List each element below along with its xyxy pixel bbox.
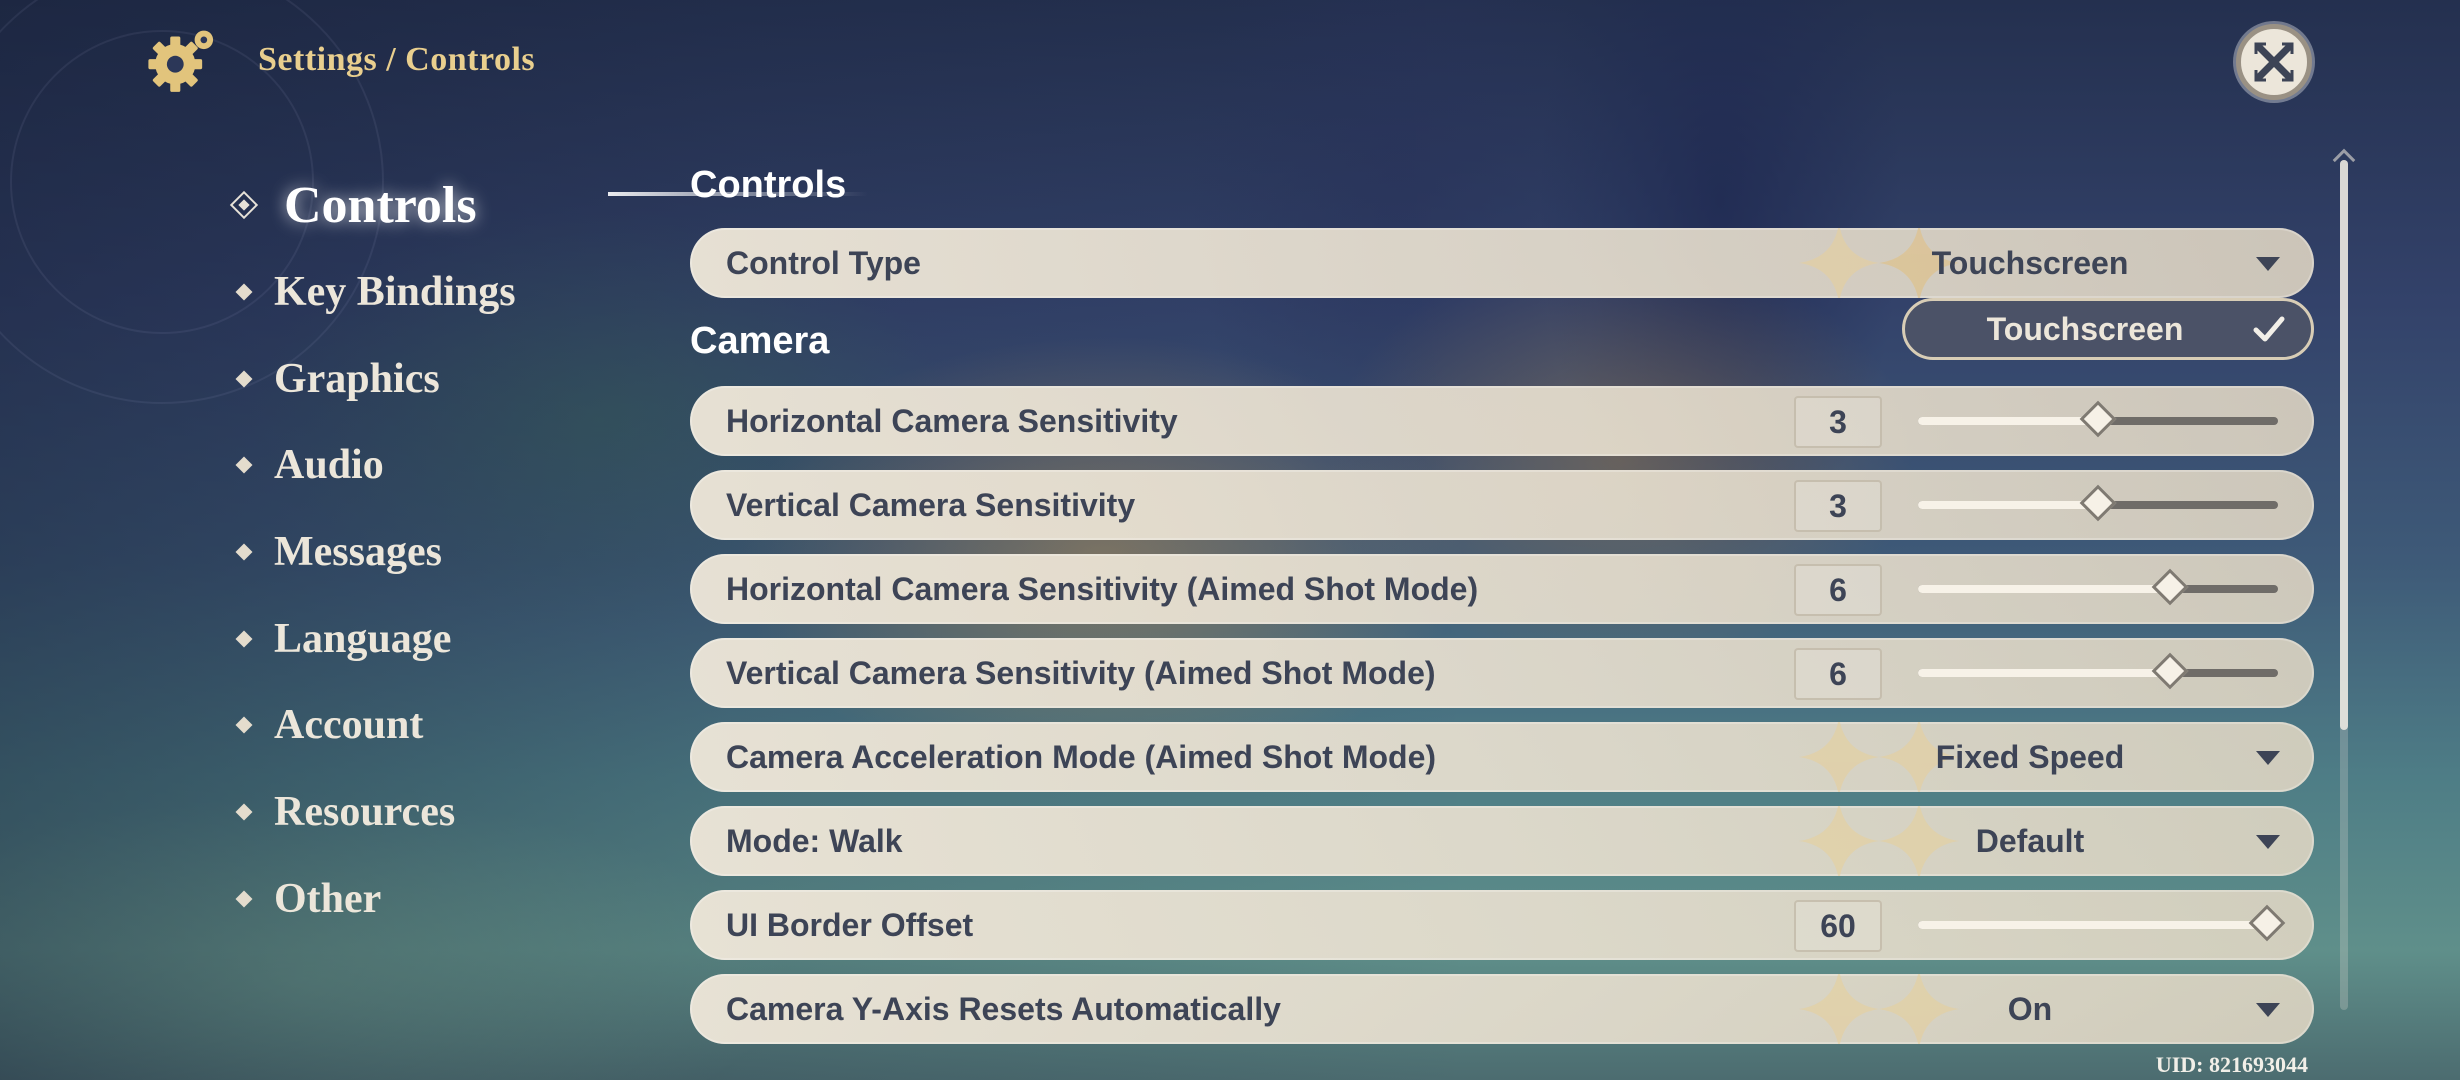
dropdown-value: On [2007, 991, 2053, 1027]
setting-row: Camera Acceleration Mode (Aimed Shot Mod… [690, 722, 2314, 792]
breadcrumb: Settings / Controls [258, 41, 536, 78]
section-heading-controls: Controls [690, 164, 847, 206]
setting-row: Horizontal Camera Sensitivity (Aimed Sho… [690, 554, 2314, 624]
slider-fill [1918, 669, 2170, 677]
diamond-bullet-icon [235, 803, 253, 821]
diamond-bullet-icon [235, 283, 253, 301]
chevron-down-icon [2256, 835, 2280, 849]
sidebar-item-controls[interactable]: Controls [228, 162, 516, 249]
setting-row: Horizontal Camera Sensitivity 3 [690, 386, 2314, 456]
setting-row: Vertical Camera Sensitivity 3 [690, 470, 2314, 540]
sidebar-item-account[interactable]: Account [228, 682, 516, 769]
slider-track[interactable] [1918, 652, 2278, 690]
slider-thumb[interactable] [2248, 904, 2286, 942]
slider-value-box[interactable]: 3 [1794, 396, 1882, 448]
sidebar-nav: Controls Key Bindings Graphics Audio Mes… [228, 162, 868, 943]
sidebar-item-label: Messages [274, 529, 442, 576]
chevron-down-icon [2256, 751, 2280, 765]
slider-track[interactable] [1918, 484, 2278, 522]
diamond-bullet-icon [235, 890, 253, 908]
close-button[interactable] [2236, 24, 2312, 100]
chevron-down-icon [2256, 257, 2280, 271]
sidebar-item-key-bindings[interactable]: Key Bindings [228, 249, 516, 336]
diamond-bullet-icon [235, 543, 253, 561]
check-icon [2253, 316, 2285, 342]
sidebar-item-label: Account [274, 702, 424, 749]
slider-fill [1918, 417, 2098, 425]
slider-track[interactable] [1918, 568, 2278, 606]
sidebar-item-label: Language [274, 615, 452, 662]
setting-label: Mode: Walk [726, 822, 903, 859]
setting-row-control-type: Control Type Touchscreen [690, 228, 2314, 298]
sidebar-item-audio[interactable]: Audio [228, 422, 516, 509]
dropdown-value: Touchscreen [1931, 245, 2129, 281]
setting-label: Horizontal Camera Sensitivity [726, 402, 1178, 439]
sidebar-item-messages[interactable]: Messages [228, 509, 516, 596]
setting-row: Camera Y-Axis Resets Automatically On [690, 974, 2314, 1044]
setting-label: Vertical Camera Sensitivity (Aimed Shot … [726, 654, 1436, 691]
diamond-bullet-icon [235, 630, 253, 648]
gear-icon [148, 30, 214, 92]
sidebar-item-label: Resources [274, 789, 456, 836]
setting-label: UI Border Offset [726, 906, 974, 943]
chevron-down-icon [2256, 1003, 2280, 1017]
slider-value-box[interactable]: 60 [1794, 900, 1882, 952]
sidebar-item-other[interactable]: Other [228, 856, 516, 943]
control-type-dropdown[interactable]: Touchscreen [1754, 228, 2314, 298]
setting-label: Camera Acceleration Mode (Aimed Shot Mod… [726, 738, 1437, 775]
slider-thumb[interactable] [2151, 652, 2189, 690]
setting-label: Horizontal Camera Sensitivity (Aimed Sho… [726, 570, 1479, 607]
section-heading-camera: Camera [690, 320, 830, 362]
header: Settings / Controls [140, 20, 535, 100]
slider-thumb[interactable] [2079, 400, 2117, 438]
sidebar-item-resources[interactable]: Resources [228, 769, 516, 856]
dropdown-option-label: Touchscreen [1986, 311, 2184, 347]
slider-fill [1918, 501, 2098, 509]
sidebar-item-graphics[interactable]: Graphics [228, 335, 516, 422]
close-icon [2254, 42, 2294, 82]
sidebar-item-label: Other [274, 875, 382, 922]
setting-dropdown[interactable]: On [1754, 974, 2314, 1044]
sidebar-item-label: Key Bindings [274, 269, 516, 316]
slider-track[interactable] [1918, 400, 2278, 438]
diamond-bullet-icon [235, 456, 253, 474]
diamond-bullet-icon [235, 370, 253, 388]
setting-label: Vertical Camera Sensitivity [726, 486, 1136, 523]
sidebar-item-label: Graphics [274, 355, 440, 402]
scrollbar[interactable] [2340, 160, 2348, 1010]
active-diamond-icon [229, 191, 259, 220]
dropdown-value: Fixed Speed [1935, 739, 2125, 775]
slider-track[interactable] [1918, 904, 2286, 942]
dropdown-option-touchscreen[interactable]: Touchscreen [1902, 298, 2314, 360]
setting-row: Vertical Camera Sensitivity (Aimed Shot … [690, 638, 2314, 708]
slider-thumb[interactable] [2151, 568, 2189, 606]
slider-fill [1918, 921, 2268, 929]
diamond-bullet-icon [235, 716, 253, 734]
setting-label: Control Type [726, 244, 921, 281]
setting-dropdown[interactable]: Default [1754, 806, 2314, 876]
slider-value-box[interactable]: 6 [1794, 564, 1882, 616]
setting-label: Camera Y-Axis Resets Automatically [726, 990, 1281, 1027]
setting-row: Mode: Walk Default [690, 806, 2314, 876]
sidebar-item-language[interactable]: Language [228, 595, 516, 682]
sidebar-item-label: Audio [274, 442, 384, 489]
slider-fill [1918, 585, 2170, 593]
uid-label: UID: 821693044 [2155, 1052, 2308, 1077]
setting-dropdown[interactable]: Fixed Speed [1754, 722, 2314, 792]
sidebar-item-label: Controls [284, 176, 477, 234]
slider-value-box[interactable]: 6 [1794, 648, 1882, 700]
setting-row: UI Border Offset 60 [690, 890, 2314, 960]
slider-value-box[interactable]: 3 [1794, 480, 1882, 532]
dropdown-value: Default [1975, 823, 2085, 859]
scrollbar-thumb[interactable] [2340, 160, 2348, 730]
slider-thumb[interactable] [2079, 484, 2117, 522]
